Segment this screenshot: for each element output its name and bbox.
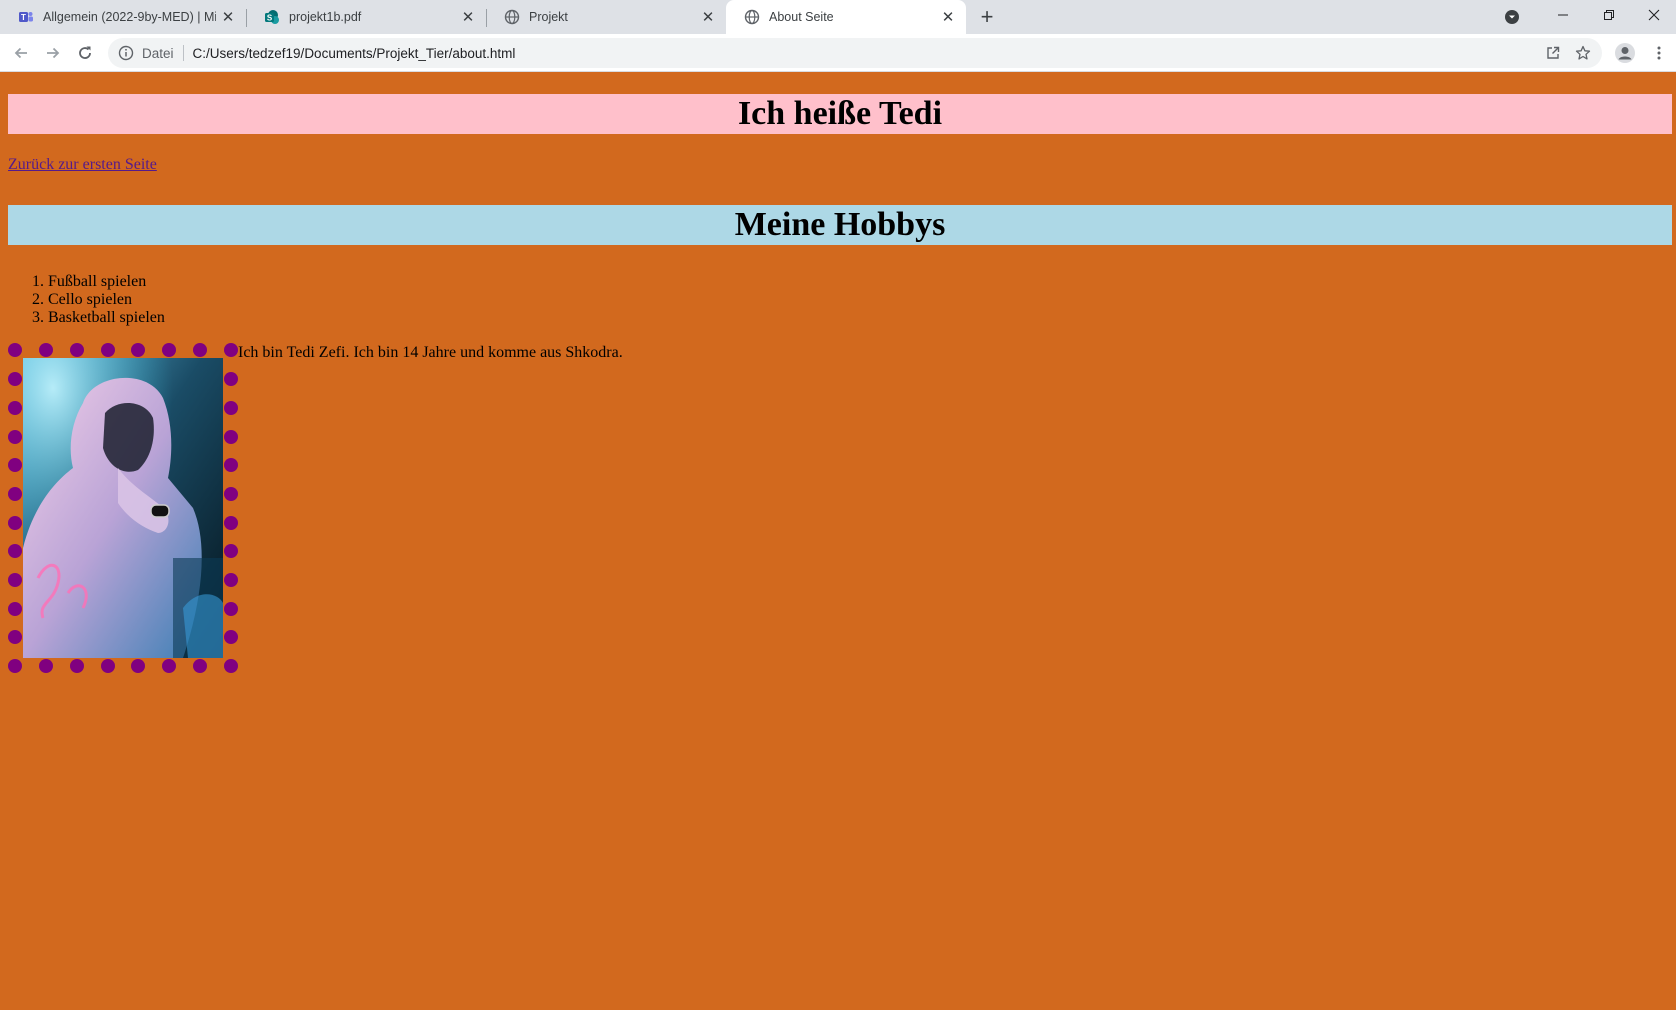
sharepoint-icon: S: [264, 9, 280, 25]
profile-photo-frame: [8, 343, 238, 673]
hobby-list: Fußball spielen Cello spielen Basketball…: [48, 273, 165, 327]
name-heading: Ich heiße Tedi: [8, 94, 1672, 134]
reload-icon: [79, 46, 91, 59]
menu-button[interactable]: [1646, 40, 1672, 66]
close-icon[interactable]: ✕: [936, 5, 960, 29]
list-item: Cello spielen: [48, 291, 165, 309]
tab-projekt[interactable]: Projekt ✕: [486, 0, 726, 34]
share-icon[interactable]: [1538, 38, 1568, 68]
arrow-left-icon: [14, 47, 27, 59]
kebab-menu-icon: [1657, 46, 1661, 60]
scheme-label: Datei: [142, 45, 174, 61]
tab-label: Projekt: [529, 10, 568, 24]
address-divider: [182, 45, 184, 61]
list-item: Basketball spielen: [48, 309, 165, 327]
arrow-right-icon: [47, 47, 60, 59]
profile-avatar[interactable]: [1612, 40, 1638, 66]
tab-projekt1b-pdf[interactable]: S projekt1b.pdf ✕: [246, 0, 486, 34]
forward-button[interactable]: [40, 40, 66, 66]
browser-toolbar: Datei C:/Users/tedzef19/Documents/Projek…: [0, 34, 1676, 72]
info-icon[interactable]: [118, 45, 134, 61]
tab-about-seite[interactable]: About Seite ✕: [726, 0, 966, 34]
tab-label: About Seite: [769, 10, 834, 24]
bookmark-star-icon[interactable]: [1568, 38, 1598, 68]
tab-label: projekt1b.pdf: [289, 10, 362, 24]
page-content: Ich heiße Tedi Zurück zur ersten Seite M…: [0, 72, 1676, 1010]
address-bar[interactable]: Datei C:/Users/tedzef19/Documents/Projek…: [108, 38, 1602, 68]
globe-icon: [504, 9, 520, 25]
new-tab-button[interactable]: +: [974, 4, 1000, 30]
profile-photo: [23, 358, 223, 658]
back-button[interactable]: [8, 40, 34, 66]
close-icon[interactable]: ✕: [456, 5, 480, 29]
close-icon[interactable]: ✕: [216, 5, 240, 29]
profile-icon: [1615, 43, 1635, 63]
intro-text: Ich bin Tedi Zefi. Ich bin 14 Jahre und …: [238, 344, 623, 361]
tab-label: Allgemein (2022-9by-MED) | Microsoft Tea…: [43, 10, 216, 24]
url-text[interactable]: C:/Users/tedzef19/Documents/Projekt_Tier…: [193, 46, 1538, 61]
svg-text:S: S: [267, 14, 273, 23]
close-icon[interactable]: ✕: [696, 5, 720, 29]
list-item: Fußball spielen: [48, 273, 165, 291]
minimize-button[interactable]: [1540, 0, 1586, 30]
tab-teams[interactable]: T Allgemein (2022-9by-MED) | Microsoft T…: [0, 0, 246, 34]
tab-search-icon[interactable]: [1497, 2, 1527, 32]
tab-strip: T Allgemein (2022-9by-MED) | Microsoft T…: [0, 0, 1676, 34]
reload-button[interactable]: [72, 40, 98, 66]
restore-button[interactable]: [1586, 0, 1632, 30]
back-to-first-page-link[interactable]: Zurück zur ersten Seite: [8, 156, 157, 174]
globe-icon: [744, 9, 760, 25]
teams-icon: T: [18, 9, 34, 25]
svg-text:T: T: [21, 13, 26, 22]
hobbies-heading: Meine Hobbys: [8, 205, 1672, 245]
close-window-button[interactable]: [1632, 0, 1676, 30]
